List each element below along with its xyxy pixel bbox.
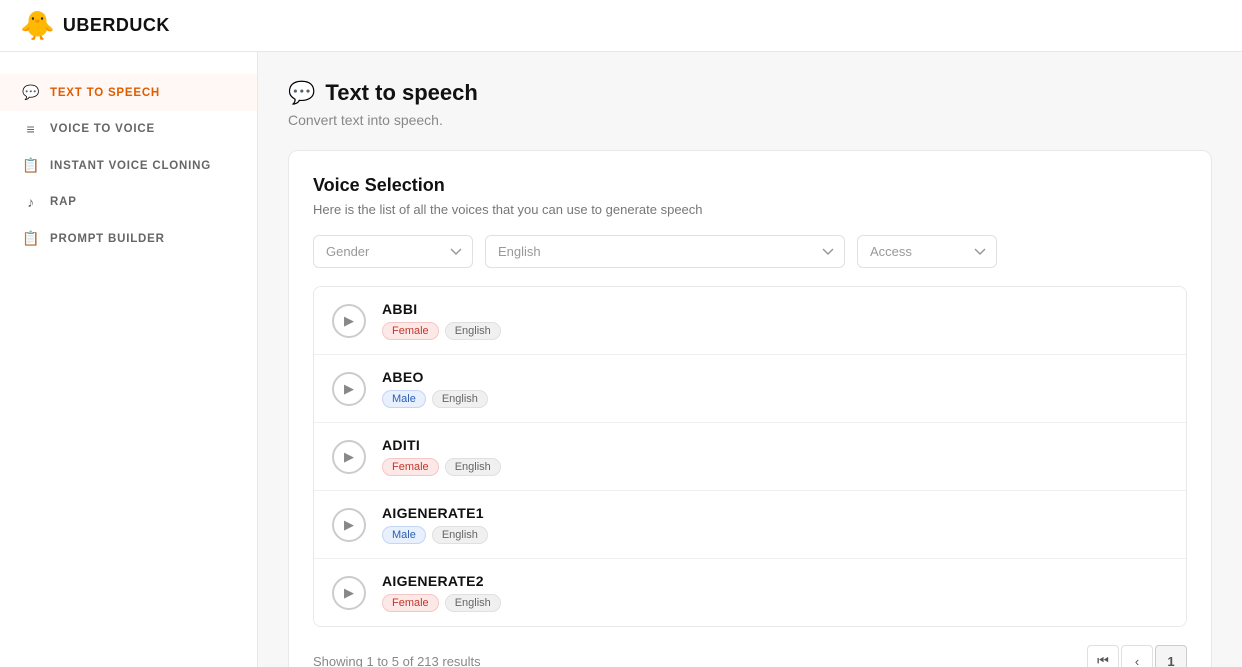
page-title: Text to speech [325,80,477,106]
voice-selection-card: Voice Selection Here is the list of all … [288,150,1212,667]
sidebar-item-label: TEXT TO SPEECH [50,87,160,99]
page-title-icon: 💬 [288,80,315,106]
voice-tags: Male English [382,390,488,408]
gender-tag: Male [382,390,426,408]
clone-icon: 📋 [22,157,40,174]
pagination-page-1-button[interactable]: 1 [1155,645,1187,667]
voice-info-abeo: ABEO Male English [382,369,488,408]
voice-name: AIGENERATE1 [382,505,488,521]
language-tag: English [432,526,488,544]
voice-name: ADITI [382,437,501,453]
pagination-first-button[interactable]: ⏮ [1087,645,1119,667]
table-row: ▶ ADITI Female English [314,423,1186,491]
logo[interactable]: 🐥 UBERDUCK [20,9,170,42]
table-row: ▶ AIGENERATE1 Male English [314,491,1186,559]
table-row: ▶ ABEO Male English [314,355,1186,423]
voice-tags: Female English [382,322,501,340]
logo-name: UBERDUCK [63,15,170,36]
voice-name: ABBI [382,301,501,317]
language-filter[interactable]: English Spanish French [485,235,845,268]
sidebar-item-label: VOICE TO VOICE [50,123,155,135]
gender-tag: Female [382,458,439,476]
play-aditi-button[interactable]: ▶ [332,440,366,474]
play-abbi-button[interactable]: ▶ [332,304,366,338]
sidebar-item-text-to-speech[interactable]: 💬 TEXT TO SPEECH [0,74,257,111]
gender-tag: Female [382,322,439,340]
voice-name: ABEO [382,369,488,385]
pagination-controls: ⏮ ‹ 1 [1087,645,1187,667]
voice-list: ▶ ABBI Female English ▶ ABEO [313,286,1187,627]
main-layout: 💬 TEXT TO SPEECH ≡ VOICE TO VOICE 📋 INST… [0,52,1242,667]
language-tag: English [432,390,488,408]
play-abeo-button[interactable]: ▶ [332,372,366,406]
sidebar-item-label: INSTANT VOICE CLONING [50,160,211,172]
voice-tags: Male English [382,526,488,544]
gender-filter[interactable]: Gender Male Female [313,235,473,268]
list-icon: ≡ [22,121,40,137]
sidebar-item-instant-voice-cloning[interactable]: 📋 INSTANT VOICE CLONING [0,147,257,184]
voice-info-aigenerate1: AIGENERATE1 Male English [382,505,488,544]
page-header: 💬 Text to speech [288,80,1212,106]
language-tag: English [445,322,501,340]
voice-name: AIGENERATE2 [382,573,501,589]
voice-info-aditi: ADITI Female English [382,437,501,476]
gender-tag: Female [382,594,439,612]
logo-icon: 🐥 [20,9,55,42]
access-filter[interactable]: Access Free Premium [857,235,997,268]
voice-info-aigenerate2: AIGENERATE2 Female English [382,573,501,612]
music-icon: ♪ [22,194,40,210]
chat-icon: 💬 [22,84,40,101]
voice-info-abbi: ABBI Female English [382,301,501,340]
play-aigenerate2-button[interactable]: ▶ [332,576,366,610]
sidebar: 💬 TEXT TO SPEECH ≡ VOICE TO VOICE 📋 INST… [0,52,258,667]
voice-tags: Female English [382,458,501,476]
topbar: 🐥 UBERDUCK [0,0,1242,52]
table-row: ▶ AIGENERATE2 Female English [314,559,1186,626]
table-row: ▶ ABBI Female English [314,287,1186,355]
prompt-icon: 📋 [22,230,40,247]
language-tag: English [445,458,501,476]
card-title: Voice Selection [313,175,1187,196]
sidebar-item-voice-to-voice[interactable]: ≡ VOICE TO VOICE [0,111,257,147]
page-subtitle: Convert text into speech. [288,112,1212,128]
pagination-info: Showing 1 to 5 of 213 results [313,654,481,667]
play-aigenerate1-button[interactable]: ▶ [332,508,366,542]
sidebar-item-prompt-builder[interactable]: 📋 PROMPT BUILDER [0,220,257,257]
sidebar-item-label: PROMPT BUILDER [50,233,165,245]
gender-tag: Male [382,526,426,544]
content-area: 💬 Text to speech Convert text into speec… [258,52,1242,667]
pagination-row: Showing 1 to 5 of 213 results ⏮ ‹ 1 [313,645,1187,667]
language-tag: English [445,594,501,612]
pagination-prev-button[interactable]: ‹ [1121,645,1153,667]
sidebar-item-label: RAP [50,196,77,208]
voice-tags: Female English [382,594,501,612]
card-description: Here is the list of all the voices that … [313,202,1187,217]
filters-row: Gender Male Female English Spanish Frenc… [313,235,1187,268]
sidebar-item-rap[interactable]: ♪ RAP [0,184,257,220]
